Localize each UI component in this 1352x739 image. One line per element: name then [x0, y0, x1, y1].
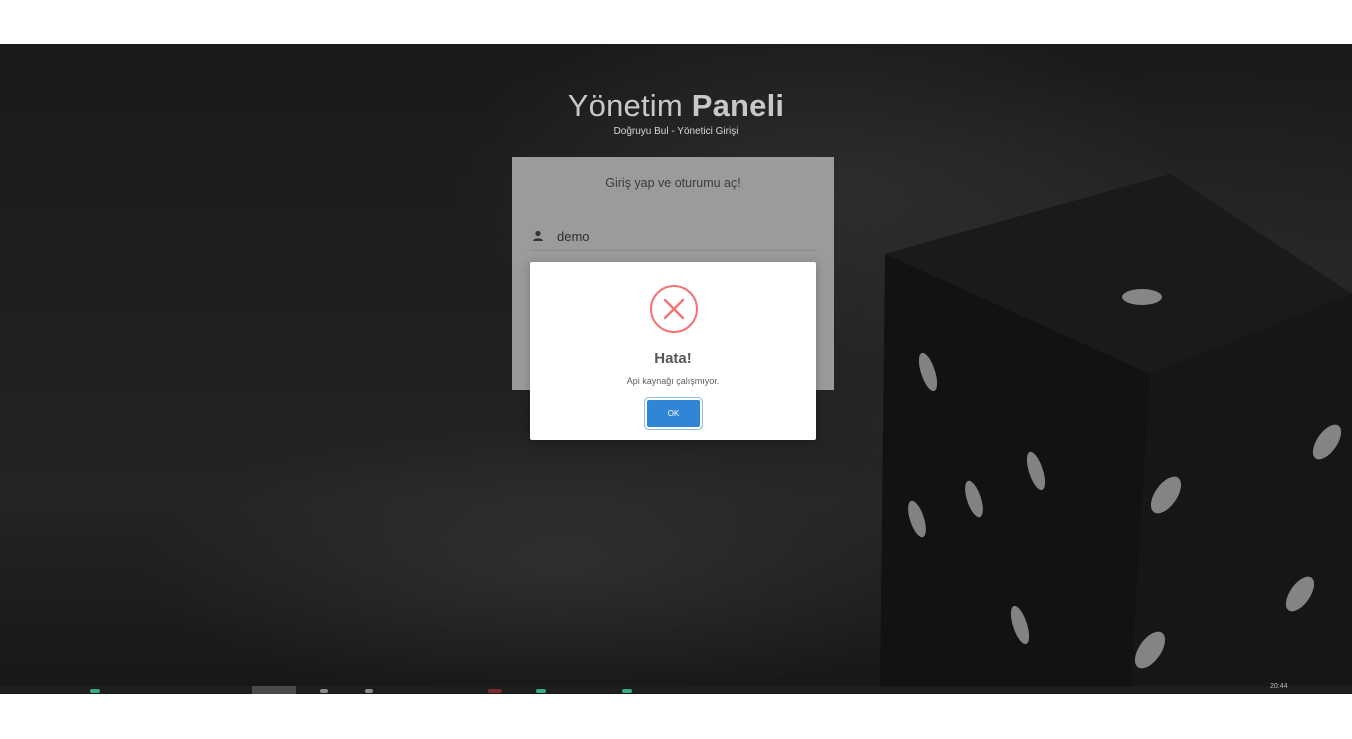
bottom-margin: [0, 694, 1352, 739]
top-margin: [0, 0, 1352, 44]
dialog-text: Api kaynağı çalışmıyor.: [626, 376, 720, 386]
taskbar-app-icon[interactable]: [536, 689, 546, 693]
error-x-icon: [649, 284, 699, 334]
page-title: Yönetim Paneli: [0, 88, 1352, 124]
taskbar-app-icon[interactable]: [90, 689, 100, 693]
taskbar-active-app[interactable]: [252, 686, 296, 694]
taskbar-clock[interactable]: 20:44: [1270, 683, 1288, 690]
page-title-light: Yönetim: [567, 88, 683, 123]
dialog-title: Hata!: [654, 350, 692, 367]
page-background: Yönetim Paneli Doğruyu Bul - Yönetici Gi…: [0, 44, 1352, 694]
taskbar-app-icon[interactable]: [320, 689, 328, 693]
error-dialog: Hata! Api kaynağı çalışmıyor. OK: [530, 262, 816, 440]
taskbar-app-icon[interactable]: [488, 689, 502, 693]
username-field: [530, 223, 816, 251]
taskbar: 20:44: [0, 683, 1352, 694]
taskbar-app-icon[interactable]: [622, 689, 632, 693]
ok-button[interactable]: OK: [647, 400, 700, 427]
taskbar-app-icon[interactable]: [365, 689, 373, 693]
login-message: Giriş yap ve oturumu aç!: [605, 176, 741, 190]
username-input[interactable]: [557, 225, 807, 247]
page-subtitle: Doğruyu Bul - Yönetici Girişi: [613, 126, 739, 137]
user-icon: [532, 229, 544, 241]
page-title-bold: Paneli: [691, 88, 785, 123]
